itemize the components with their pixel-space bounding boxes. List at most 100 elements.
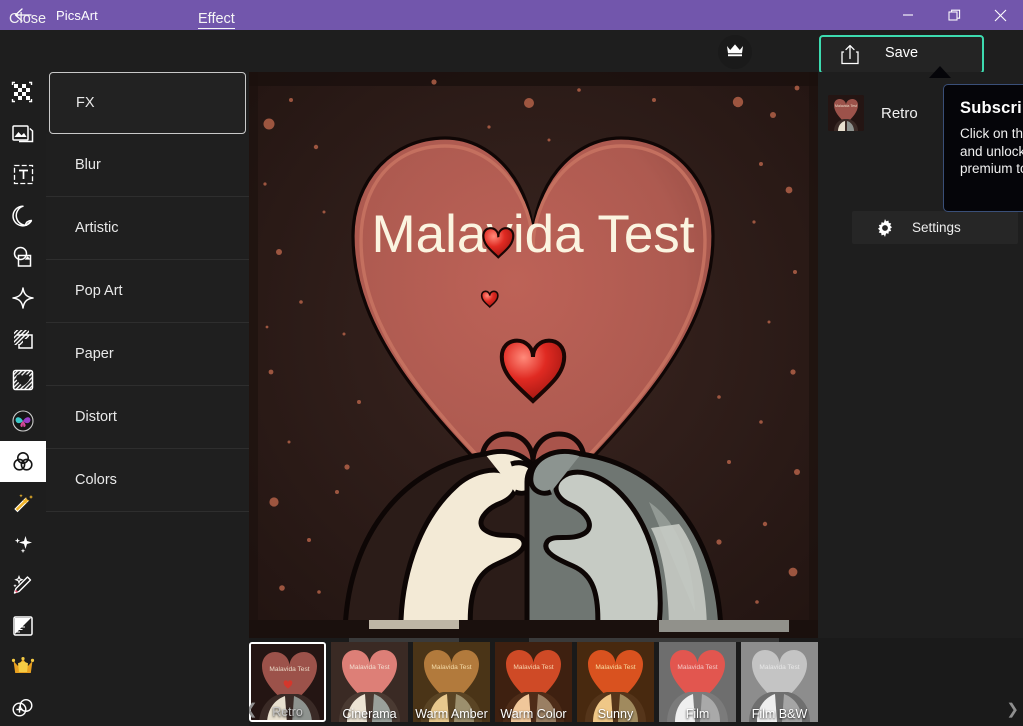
svg-text:Malavida Test: Malavida Test: [759, 664, 799, 671]
category-item-fx[interactable]: FX: [49, 72, 246, 134]
preset-thumb-warm-amber[interactable]: Malavida Test Warm Amber: [413, 642, 490, 722]
photo-stack-icon: [11, 123, 35, 145]
category-item-artistic[interactable]: Artistic: [46, 197, 249, 260]
preset-label: Warm Color: [500, 707, 567, 721]
sidebar-item-tool-text[interactable]: [0, 154, 46, 195]
sidebar-item-tool-texture[interactable]: [0, 318, 46, 359]
category-label: Colors: [75, 472, 117, 488]
category-label: Paper: [75, 346, 114, 362]
butterfly-icon: [11, 409, 35, 433]
minimize-icon: [902, 9, 914, 21]
preset-thumb-film-bw[interactable]: Malavida Test Film B&W: [741, 642, 818, 722]
app-title: PicsArt: [56, 7, 98, 23]
gold-crown-icon: [11, 656, 35, 677]
close-editor-button[interactable]: Close: [9, 11, 46, 27]
category-label: Blur: [75, 157, 101, 173]
preset-label: Cinerama: [342, 707, 397, 721]
close-window-button[interactable]: [977, 0, 1023, 30]
picsart-editor-window: PicsArt Close Effect Save FX Blur Artist…: [0, 0, 1023, 726]
minimize-button[interactable]: [885, 0, 931, 30]
title-bar: PicsArt: [0, 0, 1023, 30]
retro-preview-icon: Malavida Test: [828, 95, 864, 131]
svg-text:Malavida Test: Malavida Test: [349, 664, 389, 671]
image-canvas[interactable]: Malavida Test: [249, 72, 818, 638]
canvas-artwork: Malavida Test: [249, 72, 818, 638]
maximize-button[interactable]: [931, 0, 977, 30]
subscription-tooltip: Subscription Click on the crown to get P…: [943, 84, 1023, 212]
svg-text:Malavida Test: Malavida Test: [513, 664, 553, 671]
contrast-square-icon: [11, 614, 35, 638]
settings-label: Settings: [912, 220, 961, 235]
save-button-label: Save: [884, 44, 919, 61]
sidebar-item-tool-premium[interactable]: [0, 646, 46, 687]
category-item-distort[interactable]: Distort: [46, 386, 249, 449]
preset-thumb-cinerama[interactable]: Malavida Test Cinerama: [331, 642, 408, 722]
sidebar-item-tool-adjust[interactable]: [0, 605, 46, 646]
canvas-overlay-text: Malavida Test: [371, 205, 694, 264]
preset-label: Warm Amber: [415, 707, 488, 721]
text-box-icon: [12, 163, 35, 186]
sidebar-item-tool-clipart[interactable]: [0, 400, 46, 441]
magic-wand-icon: [11, 491, 35, 515]
settings-button[interactable]: Settings: [852, 211, 1018, 244]
sidebar-item-tool-magic[interactable]: [0, 482, 46, 523]
svg-text:Malavida Test: Malavida Test: [677, 664, 717, 671]
sidebar-item-tool-frame[interactable]: [0, 359, 46, 400]
close-icon: [994, 9, 1007, 22]
gear-icon: [876, 218, 894, 237]
tooltip-title: Subscription: [960, 99, 1023, 117]
frame-heart-icon: [11, 368, 35, 392]
preset-label: Sunny: [597, 707, 634, 721]
preset-thumb-warm-color[interactable]: Malavida Test Warm Color: [495, 642, 572, 722]
preset-name: Retro: [881, 104, 918, 122]
sidebar-item-tool-draw[interactable]: [0, 564, 46, 605]
tooltip-arrow: [929, 66, 951, 78]
sidebar-item-tool-eraser[interactable]: [0, 72, 46, 113]
sticker-icon: [11, 204, 35, 228]
category-item-pop-art[interactable]: Pop Art: [46, 260, 249, 323]
sidebar-item-tool-enhance[interactable]: [0, 523, 46, 564]
shape-mask-icon: [11, 245, 35, 269]
preset-thumb-film[interactable]: Malavida Test Film: [659, 642, 736, 722]
sidebar-item-tool-mask[interactable]: [0, 236, 46, 277]
tooltip-body: Click on the crown to get PicsArt Gold a…: [960, 126, 1023, 176]
category-item-paper[interactable]: Paper: [46, 323, 249, 386]
svg-text:Malavida Test: Malavida Test: [269, 666, 309, 673]
sparkles-icon: [11, 532, 35, 556]
preset-thumb-sunny[interactable]: Malavida Test Sunny: [577, 642, 654, 722]
category-label: FX: [76, 95, 95, 111]
add-circle-icon: [11, 697, 35, 719]
sidebar-item-tool-lens-flare[interactable]: [0, 277, 46, 318]
save-button[interactable]: Save: [819, 35, 984, 74]
chevron-left-icon[interactable]: ❮: [249, 700, 258, 718]
star-pencil-icon: [11, 573, 35, 597]
preset-label: Retro: [272, 705, 303, 719]
chevron-right-icon[interactable]: ❯: [1006, 700, 1019, 718]
gold-subscription-button[interactable]: [718, 35, 752, 69]
svg-text:Malavida Test: Malavida Test: [595, 664, 635, 671]
category-label: Pop Art: [75, 283, 123, 299]
category-item-colors[interactable]: Colors: [46, 449, 249, 512]
maximize-icon: [947, 9, 961, 22]
effect-category-list: FX Blur Artistic Pop Art Paper Distort C…: [46, 72, 249, 726]
hatch-square-icon: [11, 327, 35, 351]
category-label: Distort: [75, 409, 117, 425]
preset-label: Film: [685, 707, 710, 721]
sparkle-star-icon: [11, 286, 35, 310]
sidebar-item-tool-sticker[interactable]: [0, 195, 46, 236]
category-label: Artistic: [75, 220, 119, 236]
preset-label: Film B&W: [751, 707, 808, 721]
sidebar-item-tool-photos[interactable]: [0, 113, 46, 154]
tools-sidebar: [0, 72, 46, 726]
preset-thumb-retro[interactable]: Malavida Test Retro: [249, 642, 326, 722]
crown-icon: [725, 42, 745, 63]
tab-effect[interactable]: Effect: [198, 11, 235, 29]
svg-text:Malavida Test: Malavida Test: [835, 104, 857, 108]
sidebar-item-tool-effects[interactable]: [0, 441, 46, 482]
sidebar-item-tool-add-photo[interactable]: [0, 687, 46, 726]
venn-circles-icon: [11, 450, 35, 474]
category-item-blur[interactable]: Blur: [46, 134, 249, 197]
svg-text:Malavida Test: Malavida Test: [431, 664, 471, 671]
checkerboard-icon: [11, 81, 35, 105]
effect-presets-filmstrip[interactable]: Malavida Test Retro Malavida Test Cinera…: [249, 638, 1023, 726]
